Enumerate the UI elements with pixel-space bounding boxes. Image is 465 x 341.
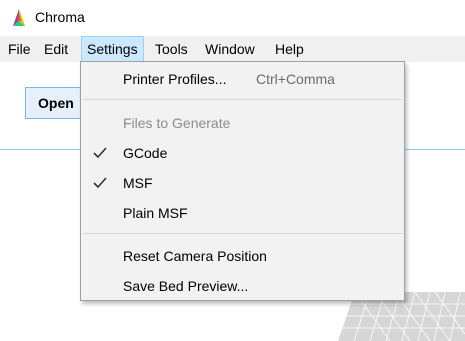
menu-item-printer-profiles[interactable]: Printer Profiles... Ctrl+Comma bbox=[81, 64, 404, 94]
window-title: Chroma bbox=[35, 9, 85, 25]
title-bar: Chroma bbox=[0, 0, 465, 36]
plain-msf-label: Plain MSF bbox=[123, 205, 188, 221]
printer-profiles-label: Printer Profiles... bbox=[123, 71, 227, 87]
menu-help[interactable]: Help bbox=[270, 36, 309, 62]
app-window: Chroma File Edit Settings Tools Window H… bbox=[0, 0, 465, 341]
chroma-logo-icon bbox=[13, 9, 25, 26]
checkmark-icon bbox=[93, 147, 107, 159]
menu-item-reset-camera[interactable]: Reset Camera Position bbox=[81, 241, 404, 271]
menu-tools[interactable]: Tools bbox=[150, 36, 193, 62]
menu-item-msf[interactable]: MSF bbox=[81, 168, 404, 198]
menu-item-files-to-generate: Files to Generate bbox=[81, 108, 404, 138]
menu-settings[interactable]: Settings bbox=[81, 36, 144, 62]
checkmark-icon bbox=[93, 177, 107, 189]
menu-separator bbox=[83, 99, 402, 100]
menu-item-plain-msf[interactable]: Plain MSF bbox=[81, 198, 404, 228]
printer-profiles-shortcut: Ctrl+Comma bbox=[256, 71, 335, 87]
menu-file[interactable]: File bbox=[3, 36, 36, 62]
menu-separator bbox=[83, 233, 402, 234]
menu-item-gcode[interactable]: GCode bbox=[81, 138, 404, 168]
settings-dropdown-menu: Printer Profiles... Ctrl+Comma Files to … bbox=[80, 61, 405, 301]
files-to-generate-label: Files to Generate bbox=[123, 115, 231, 131]
reset-camera-label: Reset Camera Position bbox=[123, 248, 267, 264]
save-bed-preview-label: Save Bed Preview... bbox=[123, 278, 249, 294]
gcode-label: GCode bbox=[123, 145, 168, 161]
msf-label: MSF bbox=[123, 175, 153, 191]
menu-item-save-bed-preview[interactable]: Save Bed Preview... bbox=[81, 271, 404, 301]
menu-edit[interactable]: Edit bbox=[39, 36, 73, 62]
menu-window[interactable]: Window bbox=[200, 36, 260, 62]
menu-bar: File Edit Settings Tools Window Help bbox=[0, 36, 465, 62]
